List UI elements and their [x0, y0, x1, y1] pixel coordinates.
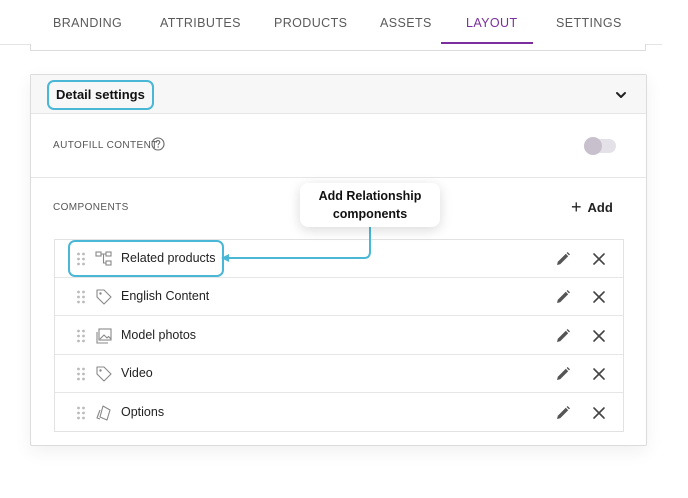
tab-attributes[interactable]: ATTRIBUTES [160, 16, 241, 30]
tab-settings[interactable]: SETTINGS [556, 16, 622, 30]
close-icon[interactable] [592, 367, 606, 381]
edit-icon[interactable] [555, 328, 571, 344]
close-icon[interactable] [592, 290, 606, 304]
drag-handle-icon[interactable] [76, 290, 86, 304]
add-component-button[interactable]: + Add [571, 197, 613, 217]
drag-handle-icon[interactable] [76, 329, 86, 343]
drag-handle-icon[interactable] [76, 367, 86, 381]
close-icon[interactable] [592, 406, 606, 420]
panel-header[interactable]: Detail settings [31, 75, 646, 114]
related-products-highlight [68, 240, 224, 277]
tag-icon [96, 289, 112, 305]
previous-panel-edge [30, 44, 646, 51]
tab-layout[interactable]: LAYOUT [466, 16, 518, 30]
drag-handle-icon[interactable] [76, 406, 86, 420]
component-label: Video [121, 366, 153, 380]
photos-icon [96, 328, 112, 344]
options-icon [96, 405, 111, 421]
list-item-model-photos[interactable]: Model photos [55, 317, 623, 355]
detail-settings-panel: Detail settings AUTOFILL CONTENT COMPONE… [30, 74, 647, 446]
callout-line-1: Add Relationship [318, 189, 422, 203]
tab-products[interactable]: PRODUCTS [274, 16, 347, 30]
component-label: Options [121, 405, 165, 419]
section-divider [31, 177, 646, 178]
tag-icon [96, 366, 112, 382]
close-icon[interactable] [592, 329, 606, 343]
component-label: Model photos [121, 328, 197, 342]
components-label: COMPONENTS [53, 202, 129, 213]
list-item-english-content[interactable]: English Content [55, 278, 623, 316]
add-label: Add [587, 199, 613, 215]
tab-assets[interactable]: ASSETS [380, 16, 432, 30]
component-label: English Content [121, 289, 210, 303]
edit-icon[interactable] [555, 366, 571, 382]
list-item-video[interactable]: Video [55, 355, 623, 393]
toggle-knob [584, 137, 602, 155]
help-icon[interactable] [151, 137, 165, 151]
chevron-down-icon[interactable] [614, 88, 628, 102]
tab-branding[interactable]: BRANDING [53, 16, 122, 30]
callout-line-2: components [332, 207, 408, 221]
edit-icon[interactable] [555, 251, 571, 267]
tab-bar: BRANDING ATTRIBUTES PRODUCTS ASSETS LAYO… [0, 0, 660, 46]
autofill-toggle[interactable] [584, 137, 616, 155]
edit-icon[interactable] [555, 405, 571, 421]
close-icon[interactable] [592, 252, 606, 266]
autofill-content-label: AUTOFILL CONTENT [53, 140, 158, 151]
list-item-options[interactable]: Options [55, 394, 623, 432]
plus-icon: + [571, 197, 582, 217]
annotation-callout: Add Relationship components [300, 183, 440, 227]
panel-title: Detail settings [47, 80, 154, 110]
edit-icon[interactable] [555, 289, 571, 305]
